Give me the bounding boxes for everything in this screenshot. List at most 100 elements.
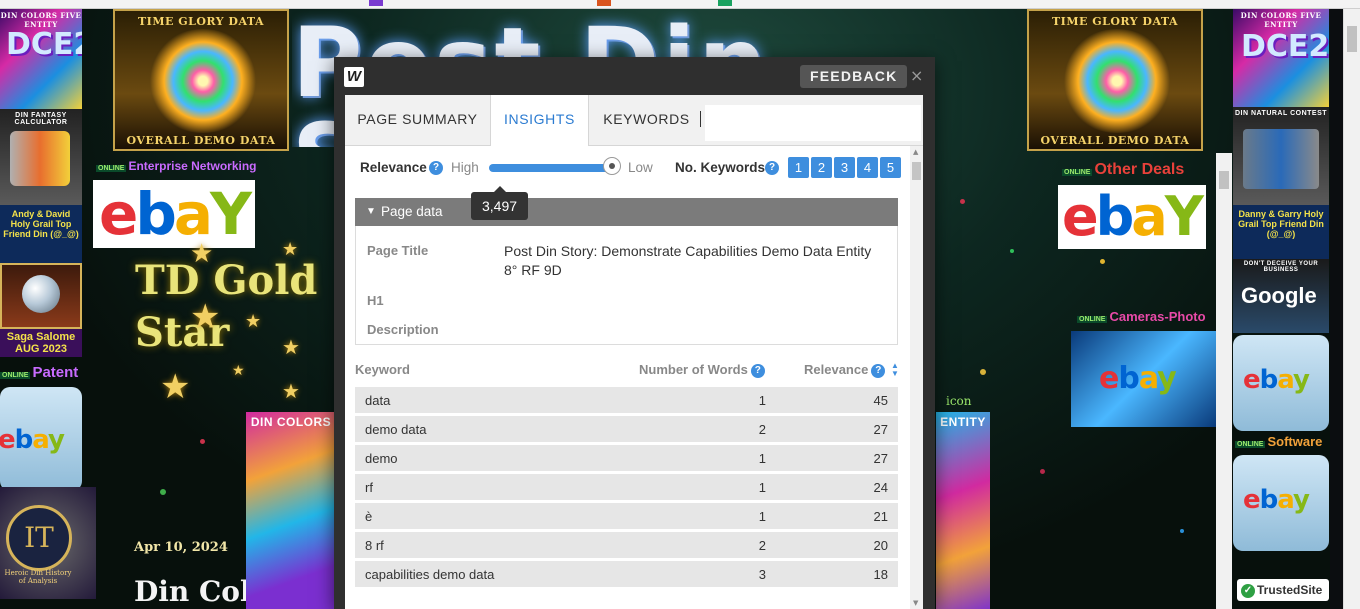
confetti-dot [200,439,205,444]
cameras-ebay-tile[interactable]: ebay [1071,331,1216,427]
broken-image-icon: icon [946,394,972,408]
tab-page-summary[interactable]: PAGE SUMMARY [345,95,490,145]
scroll-down-arrow-icon[interactable]: ▼ [913,599,918,607]
ebay-banner-left[interactable]: ebaY [93,180,255,248]
keyword-count-button-1[interactable]: 1 [788,157,809,178]
page-title-value: Post Din Story: Demonstrate Capabilities… [504,243,872,278]
keyword-count-button-2[interactable]: 2 [811,157,832,178]
keyword-count-button-5[interactable]: 5 [880,157,901,178]
tab-bar: PAGE SUMMARY INSIGHTS KEYWORDS [345,95,923,146]
star-icon: ★ [245,311,262,332]
seo-insights-panel: W FEEDBACK × PAGE SUMMARY INSIGHTS KEYWO… [334,57,935,609]
relevance-high-label: High [451,160,479,175]
crystal-ball-tile[interactable] [0,263,82,329]
portrait-image [10,131,70,186]
help-icon[interactable]: ? [871,363,886,378]
din-colors-mid-tile-right[interactable]: ENTITY [936,412,990,609]
table-row[interactable]: data 1 45 [355,387,898,413]
cameras-photo-link[interactable]: ONLINE Cameras-Photo [1077,309,1206,324]
andy-david-tile[interactable]: Andy & David Holy Grail Top Friend Din (… [0,205,82,263]
fantasy-calculator-tile[interactable]: DIN FANTASY CALCULATOR [0,109,82,205]
software-link[interactable]: ONLINE Software [1235,434,1322,449]
tab-keywords[interactable]: KEYWORDS [589,95,704,145]
confetti-dot [1010,249,1014,253]
other-deals-link[interactable]: ONLINE Other Deals [1062,161,1184,179]
bookmark-icon[interactable] [597,0,611,6]
description-key: Description [367,322,439,337]
portrait-image [1243,129,1319,189]
star-icon: ★ [190,297,221,337]
search-input[interactable] [705,105,921,141]
browser-toolbar-edge [0,0,1360,9]
table-row[interactable]: demo data 2 27 [355,416,898,442]
time-glory-tile-left[interactable]: TIME GLORY DATA OVERALL DEMO DATA [113,9,289,151]
ebay-app-tile-left[interactable]: ebay [0,387,82,491]
patent-link[interactable]: ONLINE Patent [0,364,78,381]
page-data-fields: Page Title Post Din Story: Demonstrate C… [355,226,898,345]
table-row[interactable]: rf 1 24 [355,474,898,500]
column-number-of-words[interactable]: Number of Words? [639,362,765,378]
ebay-app-tile-right-2[interactable]: ebay [1233,455,1329,551]
panel-content: PAGE SUMMARY INSIGHTS KEYWORDS Relevance… [345,95,923,609]
table-row[interactable]: è 1 21 [355,503,898,529]
google-tile[interactable]: DON'T DECEIVE YOUR BUSINESS Google [1233,259,1329,333]
column-keyword[interactable]: Keyword [355,362,410,377]
page-data-section-header[interactable]: ▼ Page data [355,198,898,226]
blog-heading[interactable]: Din Col [134,575,251,608]
ebay-logo: ebaY [99,180,252,248]
din-colors-tile-right[interactable]: DIN COLORS FIVE ENTITY DCE2 [1233,9,1329,107]
din-colors-mid-tile[interactable]: DIN COLORS [246,412,336,609]
help-icon[interactable]: ? [750,363,765,378]
confetti-dot [960,199,965,204]
relevance-slider-track[interactable] [489,164,615,172]
online-tag: ONLINE [0,372,31,379]
content-scrollbar[interactable] [1216,153,1232,609]
keyword-count-button-3[interactable]: 3 [834,157,855,178]
confetti-dot [1100,259,1105,264]
natural-contest-tile[interactable]: DIN NATURAL CONTEST [1233,107,1329,205]
column-relevance[interactable]: Relevance? [804,362,886,378]
sort-icon[interactable]: ▲ ▼ [891,362,899,378]
h1-key: H1 [367,293,384,308]
confetti-dot [1040,469,1045,474]
scroll-thumb[interactable] [1347,26,1357,52]
tile-art-text: DCE2 [6,27,82,62]
tab-insights[interactable]: INSIGHTS [490,95,589,146]
help-icon[interactable]: ? [765,161,779,175]
it-history-tile[interactable]: IT Heroic Din History of Analysis [0,487,96,599]
ebay-logo: ebay [0,425,65,455]
star-icon: ★ [282,379,300,403]
bookmark-icon[interactable] [369,0,383,6]
page-scrollbar[interactable] [1343,9,1360,609]
slider-value-tooltip: 3,497 [471,186,529,220]
din-colors-tile[interactable]: DIN COLORS FIVE ENTITY DCE2 [0,9,82,109]
ebay-banner-right[interactable]: ebaY [1058,185,1206,249]
table-row[interactable]: 8 rf 2 20 [355,532,898,558]
table-row[interactable]: demo 1 27 [355,445,898,471]
relevance-controls: Relevance ? High Low No. Keywords ? 1 2 … [360,156,908,180]
relevance-low-label: Low [628,160,653,175]
scroll-thumb[interactable] [912,162,921,180]
scroll-up-arrow-icon[interactable]: ▲ [913,148,918,156]
feedback-button[interactable]: FEEDBACK [800,65,908,88]
saga-tile[interactable]: Saga Salome AUG 2023 [0,329,82,357]
caret-down-icon: ▼ [366,206,376,217]
relevance-slider-handle[interactable] [603,157,621,175]
trustedsite-badge[interactable]: ✓ TrustedSite [1237,579,1329,601]
page-title-key: Page Title [367,243,429,258]
time-glory-tile-right[interactable]: TIME GLORY DATA OVERALL DEMO DATA [1027,9,1203,151]
bookmark-icon[interactable] [718,0,732,6]
insights-scrollbar[interactable]: ▲ ▼ [910,146,923,609]
close-icon[interactable]: × [910,65,923,87]
table-row[interactable]: capabilities demo data 3 18 [355,561,898,587]
help-icon[interactable]: ? [429,161,443,175]
enterprise-networking-link[interactable]: ONLINE Enterprise Networking [96,159,256,173]
insights-tab-content: Relevance ? High Low No. Keywords ? 1 2 … [345,146,908,609]
confetti-dot [160,489,166,495]
ebay-app-tile-right[interactable]: ebay [1233,335,1329,431]
scroll-thumb[interactable] [1219,171,1229,189]
keyword-count-button-4[interactable]: 4 [857,157,878,178]
star-icon: ★ [282,335,300,359]
danny-garry-tile[interactable]: Danny & Garry Holy Grail Top Friend Din … [1233,205,1329,259]
star-icon: ★ [232,363,245,379]
